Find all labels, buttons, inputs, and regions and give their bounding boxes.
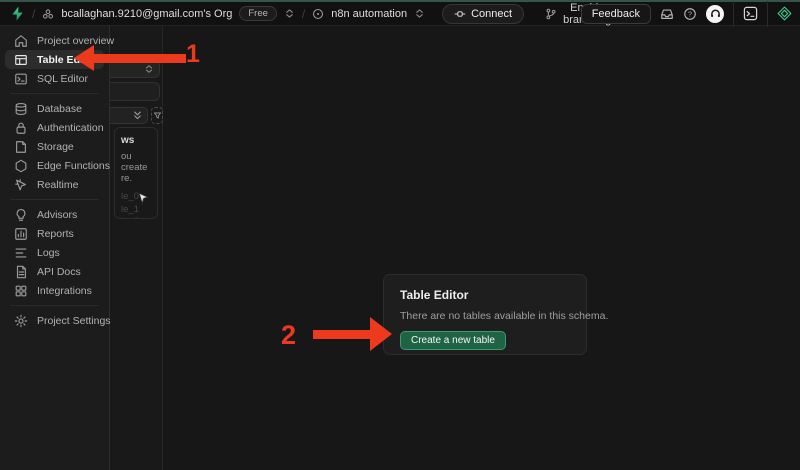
annotation-arrow-1-head — [74, 45, 94, 71]
breadcrumb-separator: / — [32, 7, 35, 21]
hexagon-icon — [14, 159, 28, 173]
project-icon — [312, 8, 324, 20]
sidebar-item-label: Logs — [37, 247, 60, 259]
breadcrumb-project-name[interactable]: n8n automation — [331, 8, 407, 20]
connect-label: Connect — [471, 8, 512, 20]
sidebar-item-storage[interactable]: Storage — [5, 137, 104, 156]
annotation-arrow-1-shaft — [92, 54, 186, 63]
sidebar-item-label: Realtime — [37, 179, 78, 191]
project-switcher-chevron-icon[interactable] — [414, 8, 425, 19]
svg-text:?: ? — [688, 11, 692, 18]
sidebar-item-sql-editor[interactable]: SQL Editor — [5, 69, 104, 88]
empty-state-text-fragment: ou create — [121, 151, 157, 173]
sidebar-item-label: Advisors — [37, 209, 77, 221]
topbar: / bcallaghan.9210@gmail.com's Org Free /… — [0, 0, 800, 26]
table-editor-empty-card: Table Editor There are no tables availab… — [383, 274, 587, 355]
annotation-step-1-number: 1 — [186, 40, 200, 69]
empty-state-title-fragment: ws — [121, 135, 157, 146]
feedback-button[interactable]: Feedback — [581, 4, 651, 24]
sidebar-item-project-settings[interactable]: Project Settings — [5, 311, 104, 330]
git-branch-icon — [545, 8, 557, 20]
annotation-step-2-number: 2 — [281, 320, 296, 351]
double-chevron-down-icon — [132, 110, 143, 121]
mouse-cursor-icon — [138, 192, 150, 205]
help-icon[interactable]: ? — [683, 7, 697, 21]
sidebar-item-label: Authentication — [37, 122, 104, 134]
lightbulb-icon — [14, 208, 28, 222]
sidebar-item-label: Database — [37, 103, 82, 115]
annotation-arrow-2-head — [370, 317, 392, 351]
table-icon — [14, 53, 28, 67]
sidebar-item-reports[interactable]: Reports — [5, 224, 104, 243]
sidebar-item-api-docs[interactable]: API Docs — [5, 262, 104, 281]
chart-icon — [14, 227, 28, 241]
database-icon — [14, 102, 28, 116]
topbar-divider — [767, 1, 768, 27]
plug-icon — [454, 8, 466, 20]
lock-icon — [14, 121, 28, 135]
sidebar-item-logs[interactable]: Logs — [5, 243, 104, 262]
sql-terminal-icon — [14, 72, 28, 86]
breadcrumb-org-name[interactable]: bcallaghan.9210@gmail.com's Org — [61, 8, 232, 20]
sidebar-item-label: Project Settings — [37, 315, 111, 327]
blocks-icon — [14, 284, 28, 298]
ghost-table-row: le_1 — [121, 205, 157, 216]
create-new-table-button[interactable]: Create a new table — [400, 331, 506, 350]
ghost-table-row: le_2 — [121, 217, 157, 219]
sidebar-item-edge-functions[interactable]: Edge Functions — [5, 156, 104, 175]
sidebar-item-label: API Docs — [37, 266, 81, 278]
supabase-logo-icon[interactable] — [10, 6, 25, 21]
empty-card-title: Table Editor — [400, 288, 570, 302]
user-avatar[interactable] — [706, 5, 724, 23]
funnel-icon — [153, 111, 162, 120]
plan-badge: Free — [239, 6, 277, 21]
filter-tables-button[interactable] — [151, 107, 163, 124]
sidebar-item-authentication[interactable]: Authentication — [5, 118, 104, 137]
organization-icon — [42, 8, 54, 20]
sidebar-item-database[interactable]: Database — [5, 99, 104, 118]
terminal-panel-icon[interactable] — [743, 6, 758, 21]
sidebar-item-advisors[interactable]: Advisors — [5, 205, 104, 224]
table-editor-side-panel: ws ou create re. le_0 le_1 le_2 le_3 — [110, 26, 163, 470]
inbox-icon[interactable] — [660, 7, 674, 21]
tables-empty-state-card: ws ou create re. le_0 le_1 le_2 le_3 — [114, 127, 158, 219]
sidebar-item-label: Storage — [37, 141, 74, 153]
sidebar-item-label: Reports — [37, 228, 74, 240]
annotation-arrow-2-shaft — [313, 330, 371, 339]
sidebar-divider — [10, 305, 99, 306]
main-content — [164, 26, 800, 470]
empty-card-message: There are no tables available in this sc… — [400, 310, 570, 322]
topbar-divider — [733, 1, 734, 27]
sidebar-divider — [10, 93, 99, 94]
home-icon — [14, 34, 28, 48]
logs-icon — [14, 246, 28, 260]
connect-button[interactable]: Connect — [442, 4, 524, 24]
ai-assistant-diamond-icon[interactable] — [777, 6, 792, 21]
sidebar-divider — [10, 199, 99, 200]
sidebar-item-label: SQL Editor — [37, 73, 88, 85]
breadcrumb-separator: / — [302, 7, 305, 21]
sidebar-item-label: Integrations — [37, 285, 92, 297]
document-icon — [14, 265, 28, 279]
supabase-dashboard: / bcallaghan.9210@gmail.com's Org Free /… — [0, 0, 800, 470]
gear-icon — [14, 314, 28, 328]
org-switcher-chevron-icon[interactable] — [284, 8, 295, 19]
sidebar-item-integrations[interactable]: Integrations — [5, 281, 104, 300]
chevron-up-down-icon — [144, 64, 154, 74]
storage-file-icon — [14, 140, 28, 154]
empty-state-text-fragment: re. — [121, 173, 157, 184]
realtime-pointer-icon — [14, 178, 28, 192]
nav-sidebar: Project overview Table Editor SQL Editor… — [0, 26, 110, 470]
sidebar-item-label: Edge Functions — [37, 160, 110, 172]
sidebar-item-realtime[interactable]: Realtime — [5, 175, 104, 194]
